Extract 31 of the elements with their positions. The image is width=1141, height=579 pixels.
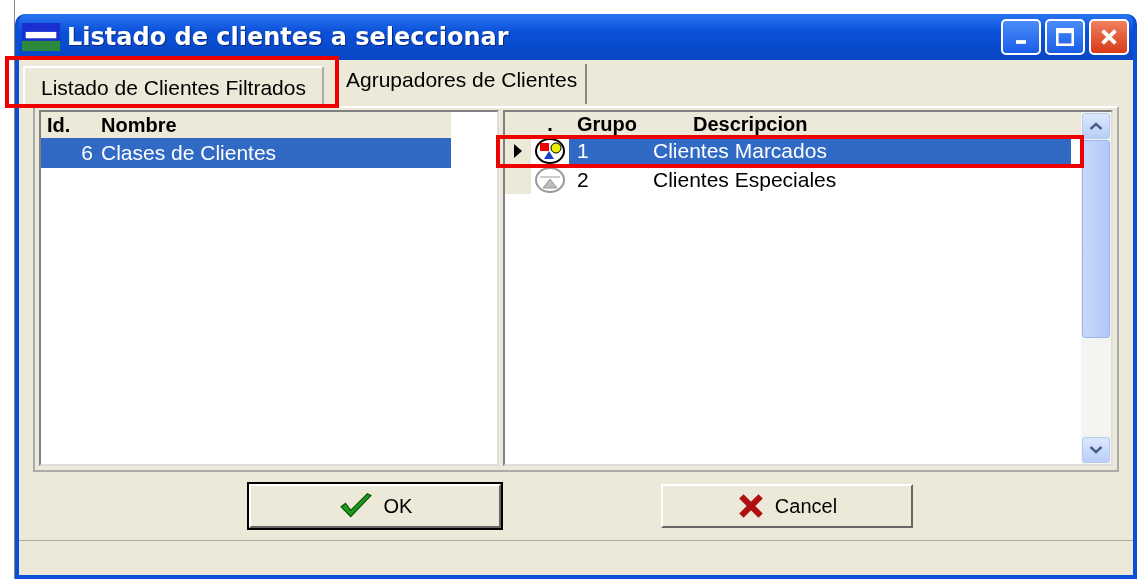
chevron-down-icon	[1089, 446, 1103, 454]
tab[interactable]: Listado de Clientes Filtrados	[23, 66, 324, 106]
chevron-up-icon	[1089, 122, 1103, 130]
table-cell: Clientes Especiales	[653, 167, 837, 192]
minimize-button[interactable]	[1001, 19, 1041, 55]
table-cell-text: 2	[576, 167, 590, 192]
scroll-thumb[interactable]	[1082, 140, 1110, 338]
minimize-icon	[1016, 40, 1026, 44]
close-icon	[1100, 28, 1118, 46]
scroll-up-button[interactable]	[1082, 113, 1110, 139]
table-row[interactable]: 6 Clases de Clientes	[41, 138, 451, 168]
column-header[interactable]: Descripcion	[653, 112, 808, 136]
column-header[interactable]: Id.	[41, 113, 101, 137]
table-cell-text: 1	[576, 138, 590, 163]
cross-icon	[736, 492, 765, 520]
scrollbar[interactable]	[1081, 112, 1111, 464]
cancel-button[interactable]: Cancel	[661, 484, 913, 528]
table-cell: Clases de Clientes	[101, 141, 277, 165]
table-row[interactable]: 2 Clientes Especiales	[569, 165, 1071, 194]
ok-button[interactable]: OK	[249, 484, 501, 528]
maximize-icon	[1056, 28, 1074, 46]
app-logo-icon	[21, 23, 61, 51]
table-cell: Clientes Marcados	[653, 138, 827, 163]
column-header[interactable]: Nombre	[101, 113, 177, 137]
column-header[interactable]: .	[531, 112, 569, 136]
table-cell-text: 6	[80, 141, 94, 165]
column-header[interactable]: Grupo	[569, 112, 653, 136]
scroll-down-button[interactable]	[1082, 437, 1110, 463]
window-title: Listado de clientes a seleccionar	[67, 23, 510, 51]
close-button[interactable]	[1089, 19, 1129, 55]
maximize-button[interactable]	[1045, 19, 1085, 55]
